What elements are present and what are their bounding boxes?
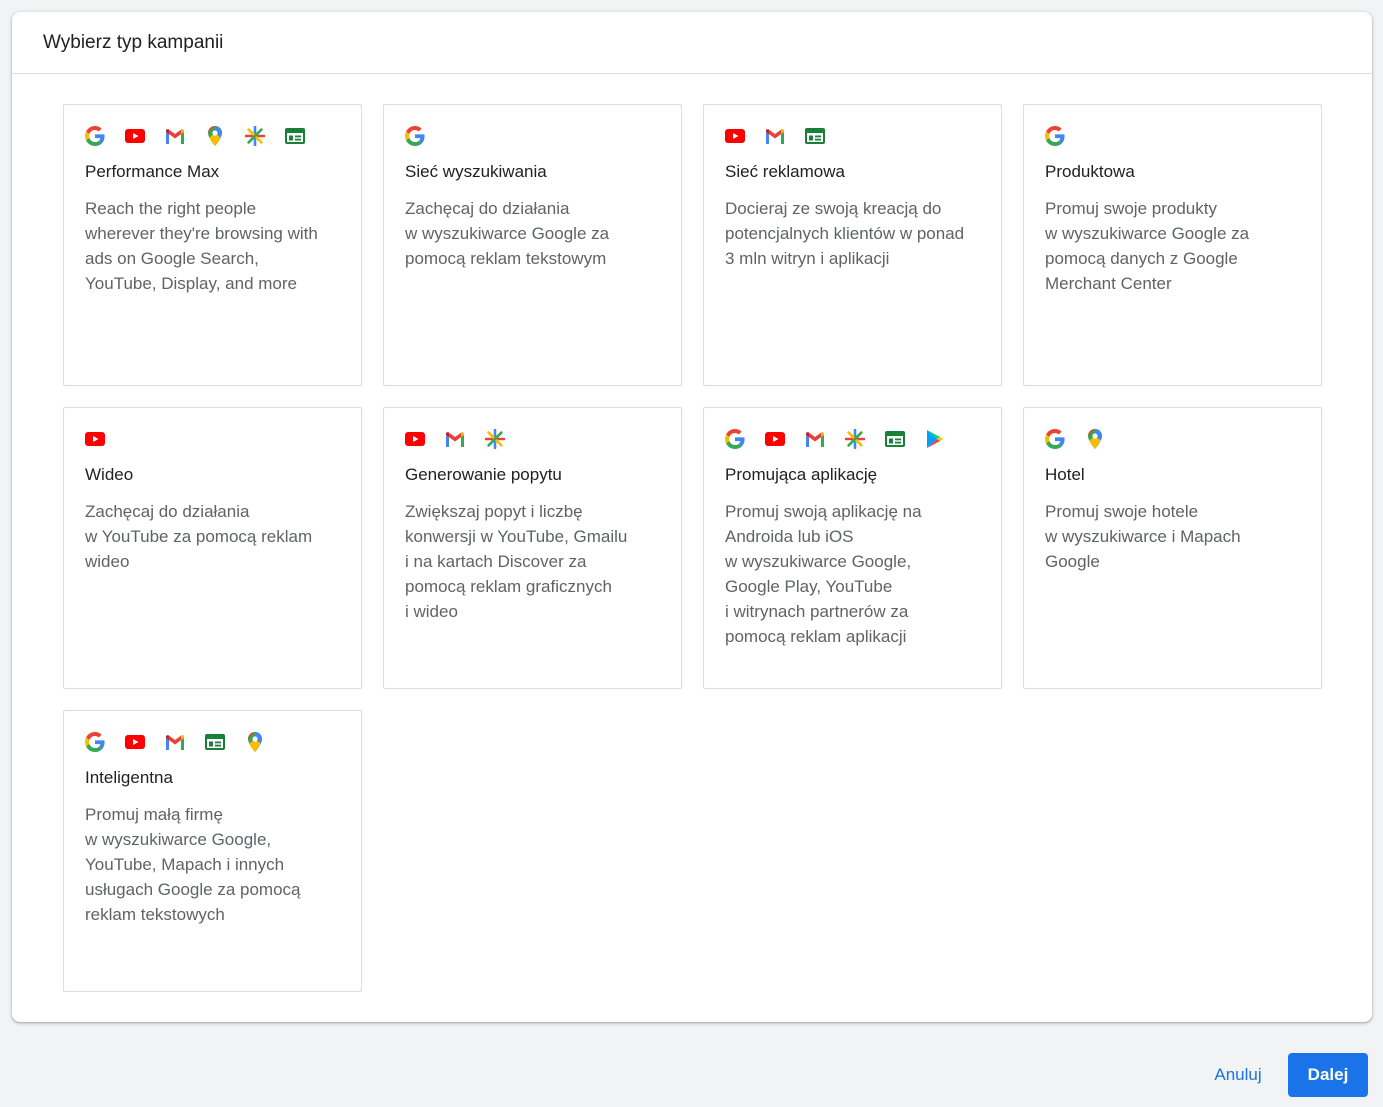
card-icons: [725, 428, 981, 450]
gmail-icon: [445, 429, 465, 449]
campaign-card-siec-wyszukiwania[interactable]: Sieć wyszukiwania Zachęcaj do działania w…: [383, 104, 682, 386]
youtube-icon: [405, 429, 425, 449]
card-description: Docieraj ze swoją kreacją do potencjalny…: [725, 199, 965, 268]
card-title: Promująca aplikację: [725, 465, 878, 484]
card-title: Performance Max: [85, 162, 220, 181]
maps-icon: [205, 126, 225, 146]
card-description: Zwiększaj popyt i liczbę konwersji w You…: [405, 502, 628, 621]
next-button[interactable]: Dalej: [1288, 1053, 1368, 1097]
youtube-icon: [765, 429, 785, 449]
card-title: Sieć wyszukiwania: [405, 162, 547, 181]
card-description: Reach the right people wherever they're …: [85, 199, 318, 293]
campaign-card-produktowa[interactable]: Produktowa Promuj swoje produkty w wyszuk…: [1023, 104, 1322, 386]
gmail-icon: [165, 126, 185, 146]
card-title: Wideo: [85, 465, 134, 484]
google-icon: [725, 429, 745, 449]
card-title: Generowanie popytu: [405, 465, 562, 484]
campaign-type-dialog: Wybierz typ kampanii Performance Max Reac…: [12, 12, 1372, 1022]
campaign-card-performance-max[interactable]: Performance Max Reach the right people wh…: [63, 104, 362, 386]
card-title: Hotel: [1045, 465, 1085, 484]
maps-icon: [1085, 429, 1105, 449]
card-title: Inteligentna: [85, 768, 173, 787]
google-icon: [1045, 126, 1065, 146]
card-icons: [405, 428, 661, 450]
youtube-icon: [725, 126, 745, 146]
dialog-title: Wybierz typ kampanii: [43, 31, 224, 53]
card-icons: [405, 125, 661, 147]
gmail-icon: [165, 732, 185, 752]
google-icon: [1045, 429, 1065, 449]
card-icons: [85, 125, 341, 147]
display-icon: [285, 126, 305, 146]
gmail-icon: [805, 429, 825, 449]
google-icon: [85, 126, 105, 146]
dialog-header: Wybierz typ kampanii: [12, 12, 1372, 74]
youtube-icon: [85, 429, 105, 449]
discover-icon: [245, 126, 265, 146]
display-icon: [805, 126, 825, 146]
card-title: Sieć reklamowa: [725, 162, 845, 181]
campaign-type-grid: Performance Max Reach the right people wh…: [63, 104, 1322, 992]
maps-icon: [245, 732, 265, 752]
card-icons: [1045, 125, 1301, 147]
card-title: Produktowa: [1045, 162, 1135, 181]
display-icon: [885, 429, 905, 449]
card-description: Promuj swoje hotele w wyszukiwarce i Map…: [1045, 502, 1241, 571]
card-icons: [1045, 428, 1301, 450]
discover-icon: [485, 429, 505, 449]
card-icons: [725, 125, 981, 147]
card-description: Promuj swoją aplikację na Androida lub i…: [725, 502, 922, 646]
campaign-card-wideo[interactable]: Wideo Zachęcaj do działania w YouTube za …: [63, 407, 362, 689]
card-description: Zachęcaj do działania w wyszukiwarce Goo…: [405, 199, 610, 268]
discover-icon: [845, 429, 865, 449]
google-icon: [85, 732, 105, 752]
display-icon: [205, 732, 225, 752]
cancel-button[interactable]: Anuluj: [1198, 1053, 1278, 1097]
campaign-card-siec-reklamowa[interactable]: Sieć reklamowa Docieraj ze swoją kreacją …: [703, 104, 1002, 386]
youtube-icon: [125, 732, 145, 752]
card-description: Promuj małą firmę w wyszukiwarce Google,…: [85, 805, 301, 924]
gmail-icon: [765, 126, 785, 146]
card-icons: [85, 731, 341, 753]
youtube-icon: [125, 126, 145, 146]
campaign-card-hotel[interactable]: Hotel Promuj swoje hotele w wyszukiwarce …: [1023, 407, 1322, 689]
campaign-card-inteligentna[interactable]: Inteligentna Promuj małą firmę w wyszukiw…: [63, 710, 362, 992]
google-icon: [405, 126, 425, 146]
campaign-card-generowanie-popytu[interactable]: Generowanie popytu Zwiększaj popyt i licz…: [383, 407, 682, 689]
campaign-card-promujaca-aplikacje[interactable]: Promująca aplikację Promuj swoją aplikacj…: [703, 407, 1002, 689]
card-icons: [85, 428, 341, 450]
card-description: Promuj swoje produkty w wyszukiwarce Goo…: [1045, 199, 1250, 293]
card-description: Zachęcaj do działania w YouTube za pomoc…: [85, 502, 313, 571]
play-icon: [925, 429, 945, 449]
